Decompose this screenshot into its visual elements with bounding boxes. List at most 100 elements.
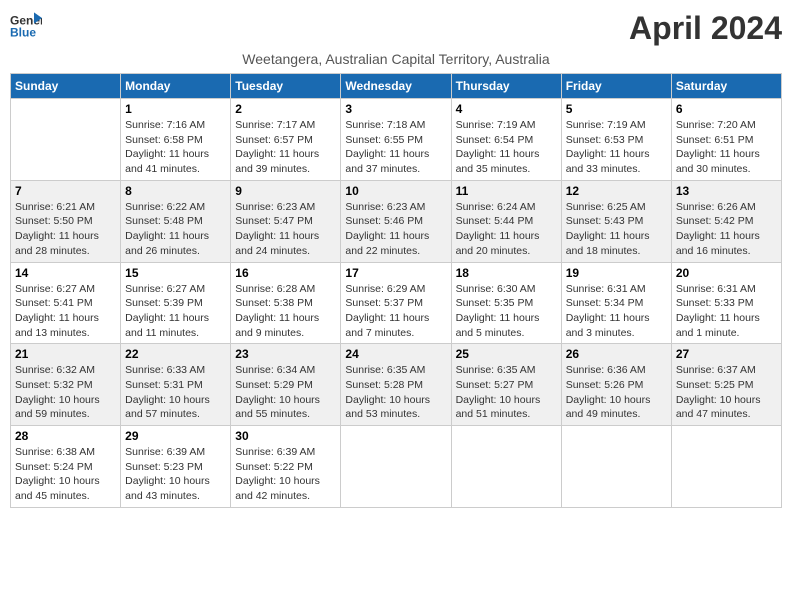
- subtitle: Weetangera, Australian Capital Territory…: [10, 51, 782, 67]
- calendar-week-row: 14Sunrise: 6:27 AM Sunset: 5:41 PM Dayli…: [11, 262, 782, 344]
- day-info: Sunrise: 6:24 AM Sunset: 5:44 PM Dayligh…: [456, 200, 557, 259]
- day-info: Sunrise: 6:35 AM Sunset: 5:28 PM Dayligh…: [345, 363, 446, 422]
- day-number: 2: [235, 102, 336, 116]
- day-number: 21: [15, 347, 116, 361]
- calendar-cell: 29 Sunrise: 6:39 AM Sunset: 5:23 PM Dayli…: [121, 426, 231, 508]
- calendar-cell: 1 Sunrise: 7:16 AM Sunset: 6:58 PM Daylig…: [121, 99, 231, 181]
- calendar-cell: 9Sunrise: 6:23 AM Sunset: 5:47 PM Daylig…: [231, 180, 341, 262]
- day-number: 7: [15, 184, 116, 198]
- svg-text:Blue: Blue: [10, 25, 36, 39]
- calendar-cell: 22Sunrise: 6:33 AM Sunset: 5:31 PM Dayli…: [121, 344, 231, 426]
- day-info: Sunrise: 6:27 AM Sunset: 5:41 PM Dayligh…: [15, 282, 116, 341]
- calendar-cell: 3 Sunrise: 7:18 AM Sunset: 6:55 PM Daylig…: [341, 99, 451, 181]
- day-info: Sunrise: 6:23 AM Sunset: 5:47 PM Dayligh…: [235, 200, 336, 259]
- calendar-cell: 7 Sunrise: 6:21 AM Sunset: 5:50 PM Daylig…: [11, 180, 121, 262]
- calendar-cell: 26 Sunrise: 6:36 AM Sunset: 5:26 PM Dayli…: [561, 344, 671, 426]
- calendar-cell: [561, 426, 671, 508]
- calendar-week-row: 1 Sunrise: 7:16 AM Sunset: 6:58 PM Daylig…: [11, 99, 782, 181]
- day-info: Sunrise: 7:19 AM Sunset: 6:53 PM Dayligh…: [566, 118, 667, 177]
- calendar-cell: [451, 426, 561, 508]
- day-info: Sunrise: 6:39 AM Sunset: 5:22 PM Dayligh…: [235, 445, 336, 504]
- day-info: Sunrise: 7:16 AM Sunset: 6:58 PM Dayligh…: [125, 118, 226, 177]
- day-number: 16: [235, 266, 336, 280]
- day-info: Sunrise: 6:34 AM Sunset: 5:29 PM Dayligh…: [235, 363, 336, 422]
- day-info: Sunrise: 6:23 AM Sunset: 5:46 PM Dayligh…: [345, 200, 446, 259]
- day-number: 4: [456, 102, 557, 116]
- calendar-cell: 24 Sunrise: 6:35 AM Sunset: 5:28 PM Dayli…: [341, 344, 451, 426]
- day-info: Sunrise: 6:38 AM Sunset: 5:24 PM Dayligh…: [15, 445, 116, 504]
- weekday-header-wednesday: Wednesday: [341, 74, 451, 99]
- day-number: 11: [456, 184, 557, 198]
- calendar-cell: [671, 426, 781, 508]
- day-info: Sunrise: 6:29 AM Sunset: 5:37 PM Dayligh…: [345, 282, 446, 341]
- calendar-cell: 15 Sunrise: 6:27 AM Sunset: 5:39 PM Dayli…: [121, 262, 231, 344]
- day-info: Sunrise: 6:39 AM Sunset: 5:23 PM Dayligh…: [125, 445, 226, 504]
- weekday-header-row: SundayMondayTuesdayWednesdayThursdayFrid…: [11, 74, 782, 99]
- day-number: 17: [345, 266, 446, 280]
- day-number: 6: [676, 102, 777, 116]
- calendar-week-row: 7 Sunrise: 6:21 AM Sunset: 5:50 PM Daylig…: [11, 180, 782, 262]
- calendar-cell: 23Sunrise: 6:34 AM Sunset: 5:29 PM Dayli…: [231, 344, 341, 426]
- day-number: 5: [566, 102, 667, 116]
- day-number: 29: [125, 429, 226, 443]
- calendar-cell: 21 Sunrise: 6:32 AM Sunset: 5:32 PM Dayli…: [11, 344, 121, 426]
- day-info: Sunrise: 6:22 AM Sunset: 5:48 PM Dayligh…: [125, 200, 226, 259]
- day-info: Sunrise: 6:31 AM Sunset: 5:34 PM Dayligh…: [566, 282, 667, 341]
- calendar-cell: 5 Sunrise: 7:19 AM Sunset: 6:53 PM Daylig…: [561, 99, 671, 181]
- calendar-cell: 4 Sunrise: 7:19 AM Sunset: 6:54 PM Daylig…: [451, 99, 561, 181]
- calendar-cell: 11 Sunrise: 6:24 AM Sunset: 5:44 PM Dayli…: [451, 180, 561, 262]
- day-number: 26: [566, 347, 667, 361]
- calendar-cell: 17 Sunrise: 6:29 AM Sunset: 5:37 PM Dayli…: [341, 262, 451, 344]
- day-number: 10: [345, 184, 446, 198]
- calendar-cell: 30 Sunrise: 6:39 AM Sunset: 5:22 PM Dayli…: [231, 426, 341, 508]
- day-number: 1: [125, 102, 226, 116]
- weekday-header-monday: Monday: [121, 74, 231, 99]
- calendar-week-row: 28 Sunrise: 6:38 AM Sunset: 5:24 PM Dayli…: [11, 426, 782, 508]
- weekday-header-sunday: Sunday: [11, 74, 121, 99]
- day-info: Sunrise: 7:20 AM Sunset: 6:51 PM Dayligh…: [676, 118, 777, 177]
- calendar-cell: 2 Sunrise: 7:17 AM Sunset: 6:57 PM Daylig…: [231, 99, 341, 181]
- day-number: 30: [235, 429, 336, 443]
- day-info: Sunrise: 6:30 AM Sunset: 5:35 PM Dayligh…: [456, 282, 557, 341]
- day-number: 25: [456, 347, 557, 361]
- day-info: Sunrise: 6:28 AM Sunset: 5:38 PM Dayligh…: [235, 282, 336, 341]
- day-number: 13: [676, 184, 777, 198]
- day-info: Sunrise: 6:37 AM Sunset: 5:25 PM Dayligh…: [676, 363, 777, 422]
- calendar-cell: 8Sunrise: 6:22 AM Sunset: 5:48 PM Daylig…: [121, 180, 231, 262]
- weekday-header-tuesday: Tuesday: [231, 74, 341, 99]
- calendar-table: SundayMondayTuesdayWednesdayThursdayFrid…: [10, 73, 782, 508]
- day-number: 12: [566, 184, 667, 198]
- calendar-cell: [11, 99, 121, 181]
- calendar-cell: 19 Sunrise: 6:31 AM Sunset: 5:34 PM Dayli…: [561, 262, 671, 344]
- day-number: 24: [345, 347, 446, 361]
- day-number: 19: [566, 266, 667, 280]
- day-number: 28: [15, 429, 116, 443]
- calendar-cell: 13 Sunrise: 6:26 AM Sunset: 5:42 PM Dayli…: [671, 180, 781, 262]
- day-info: Sunrise: 6:36 AM Sunset: 5:26 PM Dayligh…: [566, 363, 667, 422]
- day-info: Sunrise: 6:25 AM Sunset: 5:43 PM Dayligh…: [566, 200, 667, 259]
- day-number: 3: [345, 102, 446, 116]
- weekday-header-saturday: Saturday: [671, 74, 781, 99]
- day-number: 27: [676, 347, 777, 361]
- calendar-cell: 6 Sunrise: 7:20 AM Sunset: 6:51 PM Daylig…: [671, 99, 781, 181]
- weekday-header-thursday: Thursday: [451, 74, 561, 99]
- day-info: Sunrise: 6:26 AM Sunset: 5:42 PM Dayligh…: [676, 200, 777, 259]
- calendar-cell: 20 Sunrise: 6:31 AM Sunset: 5:33 PM Dayli…: [671, 262, 781, 344]
- logo-icon: General Blue: [10, 10, 42, 42]
- month-title: April 2024: [629, 10, 782, 47]
- day-info: Sunrise: 6:32 AM Sunset: 5:32 PM Dayligh…: [15, 363, 116, 422]
- day-number: 15: [125, 266, 226, 280]
- day-info: Sunrise: 6:31 AM Sunset: 5:33 PM Dayligh…: [676, 282, 777, 341]
- calendar-cell: 14Sunrise: 6:27 AM Sunset: 5:41 PM Dayli…: [11, 262, 121, 344]
- calendar-cell: 18 Sunrise: 6:30 AM Sunset: 5:35 PM Dayli…: [451, 262, 561, 344]
- day-info: Sunrise: 7:19 AM Sunset: 6:54 PM Dayligh…: [456, 118, 557, 177]
- day-info: Sunrise: 7:17 AM Sunset: 6:57 PM Dayligh…: [235, 118, 336, 177]
- weekday-header-friday: Friday: [561, 74, 671, 99]
- day-info: Sunrise: 7:18 AM Sunset: 6:55 PM Dayligh…: [345, 118, 446, 177]
- calendar-cell: 27 Sunrise: 6:37 AM Sunset: 5:25 PM Dayli…: [671, 344, 781, 426]
- day-info: Sunrise: 6:21 AM Sunset: 5:50 PM Dayligh…: [15, 200, 116, 259]
- calendar-cell: 10 Sunrise: 6:23 AM Sunset: 5:46 PM Dayli…: [341, 180, 451, 262]
- day-number: 18: [456, 266, 557, 280]
- day-number: 20: [676, 266, 777, 280]
- day-info: Sunrise: 6:27 AM Sunset: 5:39 PM Dayligh…: [125, 282, 226, 341]
